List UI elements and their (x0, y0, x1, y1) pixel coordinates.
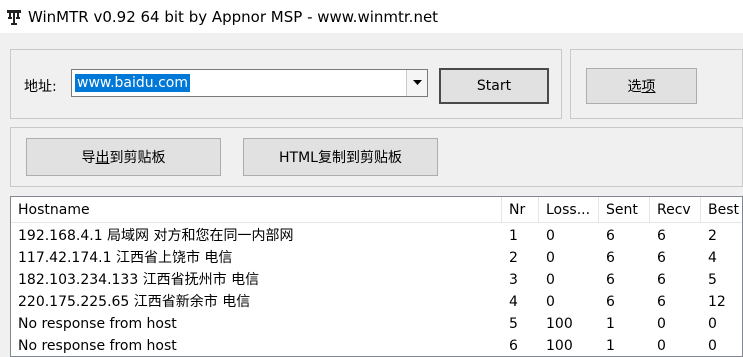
options-label-pre: 选 (627, 79, 642, 95)
start-button[interactable]: Start (439, 68, 549, 104)
start-button-label: Start (476, 78, 512, 94)
cell-hostname: No response from host (18, 316, 177, 332)
chevron-down-icon (412, 80, 422, 85)
export-label-pre: 导 (81, 150, 96, 166)
cell-hostname: 220.175.225.65 江西省新余市 电信 (18, 294, 251, 310)
cell-nr: 3 (509, 272, 518, 288)
cell-recv: 6 (657, 294, 666, 310)
cell-best: 12 (708, 294, 726, 310)
cell-sent: 1 (606, 316, 615, 332)
cell-recv: 0 (657, 316, 666, 332)
cell-loss: 100 (546, 338, 573, 354)
export-clipboard-button[interactable]: 导出到剪贴板 (26, 138, 221, 176)
table-row[interactable]: 182.103.234.133 江西省抚州市 电信 3 0 6 6 5 (11, 268, 742, 290)
cell-sent: 6 (606, 294, 615, 310)
cell-loss: 0 (546, 228, 555, 244)
cell-sent: 6 (606, 272, 615, 288)
export-label-post: 到剪贴板 (109, 150, 166, 166)
column-loss[interactable]: Loss... (539, 197, 599, 222)
cell-nr: 6 (509, 338, 518, 354)
html-copy-label: HTML复制到剪贴板 (279, 150, 402, 166)
column-sent[interactable]: Sent (599, 197, 650, 222)
options-label-accel: 项 (641, 79, 656, 95)
column-hostname[interactable]: Hostname (11, 197, 502, 222)
cell-nr: 2 (509, 250, 518, 266)
column-recv[interactable]: Recv (650, 197, 701, 222)
cell-best: 2 (708, 228, 717, 244)
cell-loss: 0 (546, 272, 555, 288)
cell-best: 0 (708, 316, 717, 332)
table-row[interactable]: 220.175.225.65 江西省新余市 电信 4 0 6 6 12 (11, 290, 742, 312)
cell-hostname: 117.42.174.1 江西省上饶市 电信 (18, 250, 233, 266)
column-best[interactable]: Best (701, 197, 742, 222)
cell-sent: 1 (606, 338, 615, 354)
address-combobox[interactable]: www.baidu.com (71, 69, 428, 97)
table-header: Hostname Nr Loss... Sent Recv Best (11, 197, 742, 223)
cell-recv: 0 (657, 338, 666, 354)
export-label-accel: 出 (95, 150, 110, 166)
table-row[interactable]: No response from host 5 100 1 0 0 (11, 312, 742, 334)
cell-recv: 6 (657, 228, 666, 244)
options-button[interactable]: 选项 (586, 68, 697, 104)
cell-loss: 0 (546, 250, 555, 266)
results-table[interactable]: Hostname Nr Loss... Sent Recv Best 192.1… (10, 196, 743, 357)
cell-nr: 4 (509, 294, 518, 310)
table-row[interactable]: 192.168.4.1 局域网 对方和您在同一内部网 1 0 6 6 2 (11, 224, 742, 246)
cell-nr: 1 (509, 228, 518, 244)
cell-hostname: No response from host (18, 338, 177, 354)
network-tower-icon (7, 9, 21, 25)
cell-loss: 100 (546, 316, 573, 332)
column-nr[interactable]: Nr (502, 197, 539, 222)
cell-recv: 6 (657, 250, 666, 266)
cell-recv: 6 (657, 272, 666, 288)
dropdown-button[interactable] (406, 70, 427, 96)
cell-hostname: 192.168.4.1 局域网 对方和您在同一内部网 (18, 228, 294, 244)
address-label: 地址: (24, 79, 57, 95)
cell-sent: 6 (606, 250, 615, 266)
table-row[interactable]: No response from host 6 100 1 0 0 (11, 334, 742, 356)
title-bar: WinMTR v0.92 64 bit by Appnor MSP - www.… (0, 0, 743, 33)
cell-hostname: 182.103.234.133 江西省抚州市 电信 (18, 272, 260, 288)
cell-best: 0 (708, 338, 717, 354)
table-row[interactable]: 117.42.174.1 江西省上饶市 电信 2 0 6 6 4 (11, 246, 742, 268)
window-title: WinMTR v0.92 64 bit by Appnor MSP - www.… (28, 7, 439, 26)
cell-best: 4 (708, 250, 717, 266)
cell-loss: 0 (546, 294, 555, 310)
html-copy-button[interactable]: HTML复制到剪贴板 (243, 138, 438, 176)
cell-best: 5 (708, 272, 717, 288)
address-value[interactable]: www.baidu.com (75, 74, 190, 92)
cell-nr: 5 (509, 316, 518, 332)
cell-sent: 6 (606, 228, 615, 244)
